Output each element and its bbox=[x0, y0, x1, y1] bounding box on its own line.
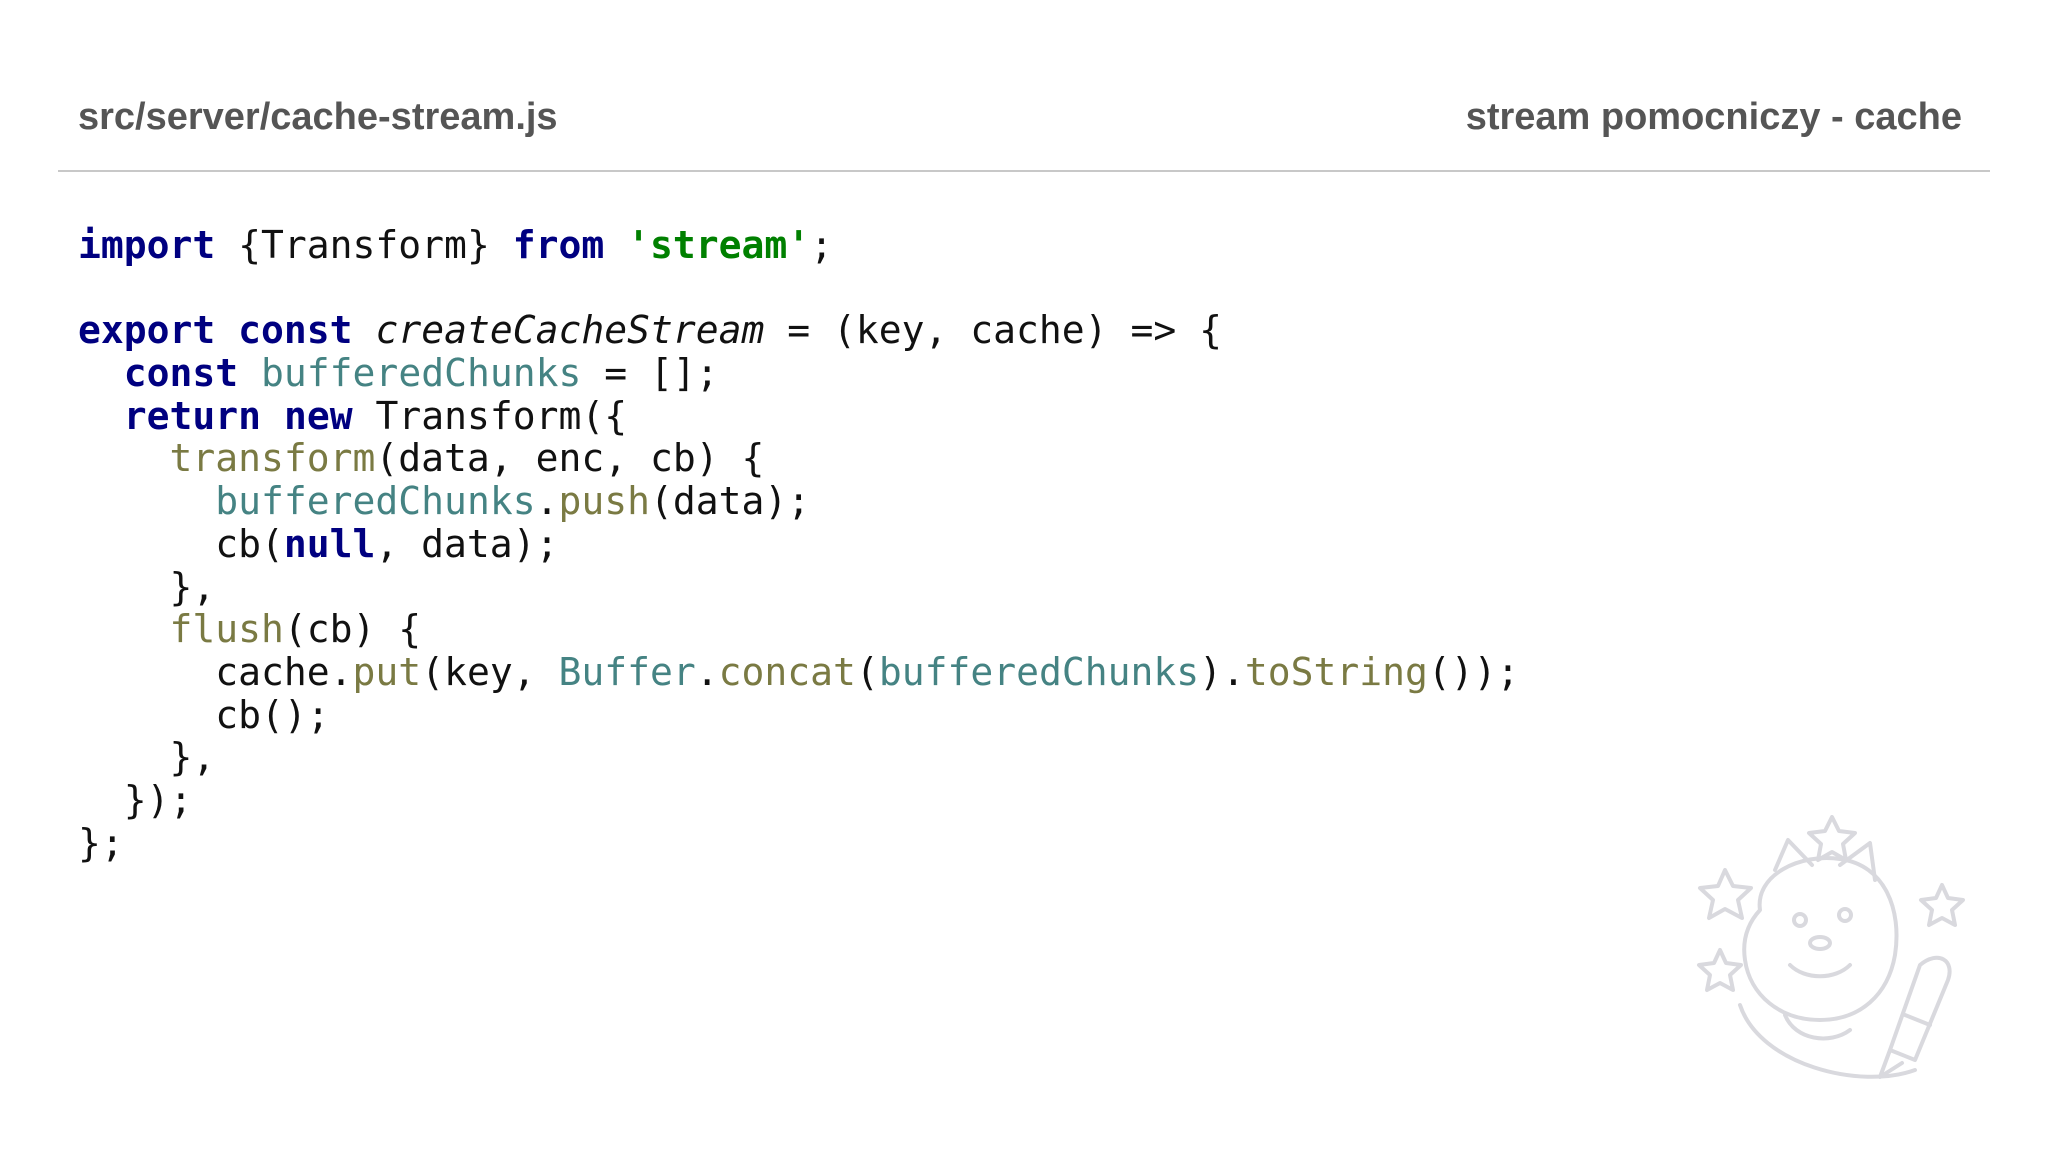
code-line: export const createCacheStream = (key, c… bbox=[78, 309, 1519, 352]
file-path: src/server/cache-stream.js bbox=[78, 95, 558, 138]
code-token-keyword: const bbox=[238, 308, 353, 353]
code-token-code-text bbox=[78, 607, 170, 651]
code-token-code-text bbox=[78, 479, 215, 523]
code-token-code-text: }, bbox=[78, 564, 216, 609]
code-token-method: transform bbox=[169, 436, 376, 481]
code-token-code-text: }); bbox=[78, 777, 193, 822]
code-line: }, bbox=[78, 736, 1519, 779]
code-token-variable: Buffer bbox=[558, 649, 696, 694]
code-token-variable: bufferedChunks bbox=[215, 479, 536, 524]
code-token-code-text: , data); bbox=[375, 521, 559, 566]
code-token-variable: bufferedChunks bbox=[261, 351, 582, 396]
code-token-code-text: (data, enc, cb) { bbox=[375, 436, 765, 481]
doge-astronaut-icon bbox=[1680, 815, 1980, 1095]
code-token-code-text: cache. bbox=[78, 649, 353, 694]
code-line: cb(); bbox=[78, 692, 1519, 737]
code-token-code-text: (cb) { bbox=[283, 607, 422, 652]
code-token-method: push bbox=[558, 479, 650, 524]
header-divider bbox=[58, 170, 1990, 172]
code-token-code-text bbox=[353, 308, 376, 352]
code-token-code-text: ( bbox=[855, 649, 879, 694]
code-token-string: 'stream' bbox=[627, 223, 811, 267]
slide-header: src/server/cache-stream.js stream pomocn… bbox=[78, 92, 1962, 142]
code-token-code-text bbox=[78, 436, 170, 480]
code-line: }; bbox=[78, 820, 1519, 865]
code-token-code-text bbox=[78, 394, 124, 438]
code-line: bufferedChunks.push(data); bbox=[78, 480, 1519, 523]
star-icon bbox=[1919, 883, 1965, 927]
code-token-method: put bbox=[352, 649, 422, 694]
code-token-method: toString bbox=[1244, 649, 1428, 694]
code-token-code-text: = []; bbox=[581, 351, 719, 396]
code-line: }, bbox=[78, 564, 1519, 609]
code-token-code-text bbox=[215, 308, 238, 352]
code-line: import {Transform} from 'stream'; bbox=[78, 224, 1519, 267]
code-token-code-text: }, bbox=[78, 735, 216, 780]
code-token-method: concat bbox=[718, 649, 856, 694]
code-token-code-text: . bbox=[695, 649, 719, 694]
code-token-code-text: Transform({ bbox=[352, 393, 628, 438]
code-token-variable: bufferedChunks bbox=[878, 649, 1200, 694]
code-token-keyword: export bbox=[78, 308, 216, 353]
code-token-code-text: {Transform} bbox=[215, 223, 513, 267]
code-line: transform(data, enc, cb) { bbox=[78, 437, 1519, 480]
code-token-keyword: import bbox=[78, 223, 216, 267]
code-token-code-text: }; bbox=[78, 820, 124, 865]
code-token-keyword: const bbox=[123, 351, 239, 396]
code-token-code-text bbox=[238, 351, 261, 395]
code-token-code-text: cb( bbox=[78, 521, 284, 566]
code-line: cb(null, data); bbox=[78, 521, 1519, 566]
code-token-code-text bbox=[78, 351, 124, 395]
code-line: return new Transform({ bbox=[78, 393, 1519, 438]
code-token-code-text: ). bbox=[1199, 649, 1245, 694]
code-token-keyword: return bbox=[123, 393, 262, 438]
star-icon bbox=[1697, 948, 1743, 992]
code-token-code-text: cb(); bbox=[78, 692, 330, 737]
code-line: }); bbox=[78, 779, 1519, 822]
code-token-code-text bbox=[604, 223, 627, 267]
code-token-code-text bbox=[261, 394, 284, 438]
code-token-code-text: (data); bbox=[649, 479, 811, 524]
code-line: flush(cb) { bbox=[78, 608, 1519, 651]
code-token-code-text: (key, bbox=[421, 649, 559, 694]
code-token-keyword: new bbox=[283, 393, 353, 438]
code-line: const bufferedChunks = []; bbox=[78, 352, 1519, 395]
code-token-code-text: ; bbox=[810, 223, 834, 267]
code-token-method: flush bbox=[169, 607, 284, 652]
code-block: import {Transform} from 'stream'; export… bbox=[78, 224, 1519, 864]
star-icon bbox=[1807, 815, 1857, 862]
code-token-code-text: ()); bbox=[1427, 649, 1520, 694]
code-token-keyword: null bbox=[283, 521, 376, 566]
code-token-function-name: createCacheStream bbox=[375, 308, 765, 353]
code-token-keyword: from bbox=[512, 223, 605, 267]
star-icon bbox=[1698, 868, 1753, 920]
slide-title: stream pomocniczy - cache bbox=[1465, 95, 1962, 138]
code-line: cache.put(key, Buffer.concat(bufferedChu… bbox=[78, 651, 1519, 694]
code-token-code-text: . bbox=[535, 479, 559, 524]
code-token-code-text: = (key, cache) => { bbox=[764, 308, 1222, 353]
